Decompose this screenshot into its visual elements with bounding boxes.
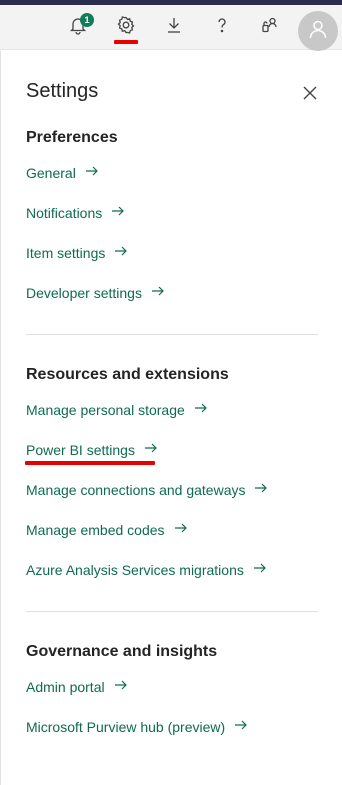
share-button[interactable] <box>255 12 285 42</box>
arrow-right-icon <box>194 401 208 418</box>
arrow-right-icon <box>174 521 188 538</box>
link-label: Developer settings <box>26 284 142 301</box>
arrow-right-icon <box>253 561 267 578</box>
link-label: Manage personal storage <box>26 401 185 418</box>
arrow-right-icon <box>114 244 128 261</box>
link-item-settings[interactable]: Item settings <box>26 244 128 261</box>
section-heading-governance: Governance and insights <box>26 643 218 660</box>
link-label: Admin portal <box>26 678 105 695</box>
section-heading-resources: Resources and extensions <box>26 366 229 383</box>
gear-icon <box>116 15 136 40</box>
arrow-right-icon <box>85 164 99 181</box>
link-label: General <box>26 164 76 181</box>
download-icon <box>164 15 184 40</box>
help-button[interactable] <box>207 12 237 42</box>
link-label: Manage embed codes <box>26 521 165 538</box>
settings-button[interactable] <box>111 12 141 42</box>
close-button[interactable] <box>298 83 322 107</box>
notifications-button[interactable]: 1 <box>63 12 94 42</box>
link-manage-embed-codes[interactable]: Manage embed codes <box>26 521 188 538</box>
link-notifications[interactable]: Notifications <box>26 204 125 221</box>
power-bi-annotation-underline <box>25 461 155 465</box>
link-label: Notifications <box>26 204 103 221</box>
page-title: Settings <box>26 80 99 102</box>
arrow-right-icon <box>111 204 125 221</box>
avatar-icon <box>307 18 329 45</box>
link-label: Microsoft Purview hub (preview) <box>26 718 226 735</box>
link-label: Item settings <box>26 244 106 261</box>
link-power-bi-settings[interactable]: Power BI settings <box>26 441 158 458</box>
link-developer-settings[interactable]: Developer settings <box>26 284 165 301</box>
link-label: Manage connections and gateways <box>26 481 246 498</box>
arrow-right-icon <box>234 718 248 735</box>
arrow-right-icon <box>144 441 158 458</box>
link-label: Azure Analysis Services migrations <box>26 561 244 578</box>
link-microsoft-purview-hub[interactable]: Microsoft Purview hub (preview) <box>26 718 248 735</box>
arrow-right-icon <box>151 284 165 301</box>
link-azure-analysis-services[interactable]: Azure Analysis Services migrations <box>26 561 267 578</box>
help-icon <box>212 15 232 40</box>
section-divider <box>26 334 318 335</box>
notifications-badge: 1 <box>80 13 94 27</box>
link-admin-portal[interactable]: Admin portal <box>26 678 128 695</box>
arrow-right-icon <box>114 678 128 695</box>
settings-annotation-underline <box>114 40 138 44</box>
download-button[interactable] <box>159 12 189 42</box>
link-manage-connections-gateways[interactable]: Manage connections and gateways <box>26 481 268 498</box>
link-label: Power BI settings <box>26 441 135 458</box>
settings-panel: Settings Preferences General Notificatio… <box>0 51 342 785</box>
share-icon <box>260 15 280 40</box>
section-heading-preferences: Preferences <box>26 129 118 146</box>
top-bar: 1 <box>0 5 342 51</box>
link-manage-personal-storage[interactable]: Manage personal storage <box>26 401 208 418</box>
link-general[interactable]: General <box>26 164 99 181</box>
arrow-right-icon <box>254 481 268 498</box>
avatar[interactable] <box>298 11 338 51</box>
section-divider <box>26 611 318 612</box>
close-icon <box>302 85 318 106</box>
